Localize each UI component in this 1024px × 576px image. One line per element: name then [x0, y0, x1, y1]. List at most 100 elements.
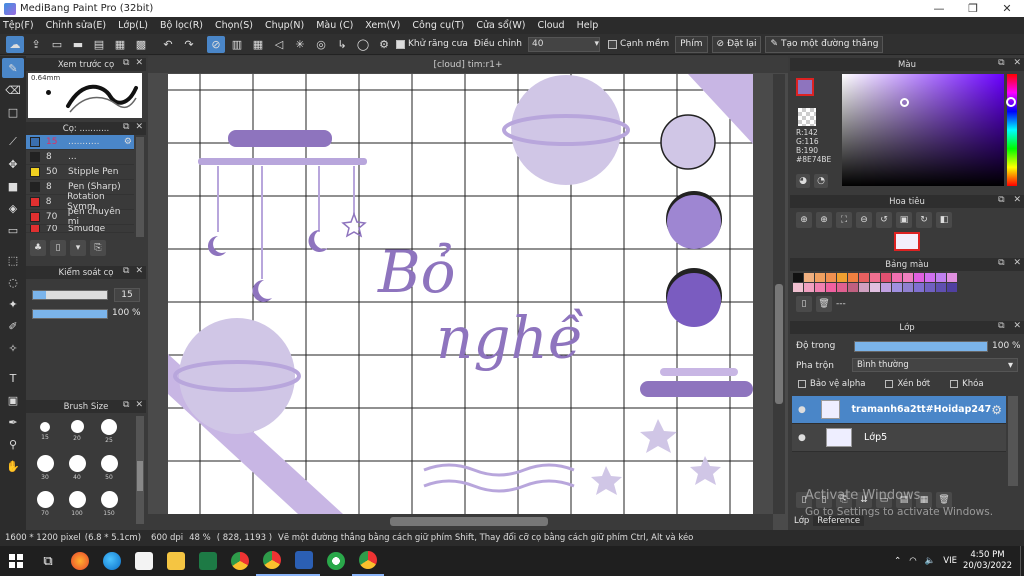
brush-menu-icon[interactable]: ▾ — [70, 240, 86, 256]
medibang-button[interactable] — [352, 546, 384, 576]
panel-close-icon[interactable]: ✕ — [1013, 195, 1021, 205]
fit-icon[interactable]: ⛶ — [836, 212, 852, 228]
cross-snap-icon[interactable]: ▦ — [249, 36, 267, 53]
eraser-tool-icon[interactable]: ⌫ — [2, 80, 24, 100]
cloud-icon[interactable]: ☁ — [6, 35, 24, 53]
word-button[interactable] — [288, 546, 320, 576]
brush-size-cell[interactable]: 150 — [94, 489, 124, 523]
brush-opacity-slider[interactable] — [32, 309, 108, 319]
palette-swatch[interactable] — [870, 273, 880, 282]
export-icon[interactable]: ⇪ — [27, 36, 45, 53]
brush-size-scrollbar[interactable] — [136, 416, 144, 524]
select-eraser-tool-icon[interactable]: ✧ — [2, 338, 24, 358]
firefox-button[interactable] — [64, 546, 96, 576]
maximize-button[interactable]: ❐ — [956, 0, 990, 17]
line-tool-icon[interactable]: ⟋ — [2, 132, 24, 152]
snap-settings-icon[interactable]: ⚙ — [375, 36, 393, 53]
chrome-alt-button[interactable] — [256, 546, 288, 576]
palette-swatch[interactable] — [804, 283, 814, 292]
palette-swatch[interactable] — [793, 273, 803, 282]
store-button[interactable] — [128, 546, 160, 576]
ellipse-snap-icon[interactable]: ◯ — [354, 36, 372, 53]
visibility-icon[interactable]: ● — [798, 405, 807, 415]
brush-list-scrollbar[interactable] — [136, 137, 144, 237]
select-rect-tool-icon[interactable]: ⬚ — [2, 250, 24, 270]
palette-swatch[interactable] — [947, 273, 957, 282]
brush-size-cell[interactable]: 40 — [62, 453, 92, 487]
panel-close-icon[interactable]: ✕ — [1013, 321, 1021, 331]
palette-swatch[interactable] — [903, 273, 913, 282]
lasso-tool-icon[interactable]: ◌ — [2, 272, 24, 292]
select-pen-tool-icon[interactable]: ✐ — [2, 316, 24, 336]
brush-size-slider[interactable] — [32, 290, 108, 300]
soft-edge-checkbox[interactable] — [607, 39, 617, 49]
menu-window[interactable]: Cửa sổ(W) — [476, 20, 525, 31]
app-button[interactable] — [320, 546, 352, 576]
panel-float-icon[interactable]: ⧉ — [123, 58, 129, 68]
hue-slider[interactable] — [1006, 74, 1017, 186]
palette-swatch[interactable] — [925, 283, 935, 292]
gear-icon[interactable]: ⚙ — [991, 403, 1002, 417]
grid-icon[interactable]: ▦ — [111, 36, 129, 53]
brush-size-cell[interactable]: 20 — [62, 417, 92, 451]
palette-swatch[interactable] — [848, 283, 858, 292]
explorer-button[interactable] — [160, 546, 192, 576]
radial-snap-icon[interactable]: ✳ — [291, 36, 309, 53]
fill-rect-tool-icon[interactable]: ■ — [2, 176, 24, 196]
palette-swatch[interactable] — [892, 273, 902, 282]
drawing-canvas[interactable]: Bỏ nghề — [168, 74, 753, 514]
panel-float-icon[interactable]: ⧉ — [998, 195, 1004, 205]
brush-size-value[interactable]: 15 — [114, 288, 140, 302]
panel-float-icon[interactable]: ⧉ — [123, 266, 129, 276]
brush-size-cell[interactable]: 30 — [30, 453, 60, 487]
brush-size-cell[interactable]: 25 — [94, 417, 124, 451]
panel-close-icon[interactable]: ✕ — [135, 400, 143, 410]
panel-close-icon[interactable]: ✕ — [135, 58, 143, 68]
minimize-button[interactable]: — — [922, 0, 956, 17]
zoom-in-icon[interactable]: ⊕ — [796, 212, 812, 228]
color-picker-icon[interactable]: ◔ — [814, 174, 828, 188]
layer-item[interactable]: ● Lớp5 — [792, 424, 1006, 452]
menu-select[interactable]: Chọn(S) — [215, 20, 253, 31]
magic-wand-tool-icon[interactable]: ✦ — [2, 294, 24, 314]
menu-filter[interactable]: Bộ lọc(R) — [160, 20, 203, 31]
menu-view[interactable]: Xem(V) — [365, 20, 400, 31]
brush-item[interactable]: 70 pen chuyên mi — [26, 207, 134, 227]
palette-swatch[interactable] — [914, 283, 924, 292]
hand-tool-icon[interactable]: ✋ — [2, 456, 24, 476]
palette-swatch[interactable] — [903, 283, 913, 292]
tiles-icon[interactable]: ▩ — [132, 36, 150, 53]
palette-swatch[interactable] — [881, 273, 891, 282]
palette-swatch[interactable] — [925, 273, 935, 282]
palette-swatch[interactable] — [815, 283, 825, 292]
wifi-icon[interactable]: ◠ — [909, 556, 916, 566]
brush-size-cell[interactable]: 100 — [62, 489, 92, 523]
palette-swatch[interactable] — [881, 283, 891, 292]
panel-float-icon[interactable]: ⧉ — [123, 400, 129, 410]
close-button[interactable]: ✕ — [990, 0, 1024, 17]
redo-icon[interactable]: ↷ — [180, 36, 198, 53]
panel-float-icon[interactable]: ⧉ — [123, 122, 129, 132]
menu-snap[interactable]: Chụp(N) — [265, 20, 304, 31]
vanishing-snap-icon[interactable]: ◁ — [270, 36, 288, 53]
brush-new-icon[interactable]: ▯ — [50, 240, 66, 256]
brush-size-cell[interactable]: 70 — [30, 489, 60, 523]
primary-color-swatch[interactable] — [796, 78, 814, 96]
menu-file[interactable]: Tệp(F) — [3, 20, 34, 31]
brush-tool-icon[interactable]: ✎ — [2, 58, 24, 78]
palette-swatch[interactable] — [848, 273, 858, 282]
canvas-horizontal-scrollbar[interactable] — [148, 514, 773, 530]
palette-swatch[interactable] — [870, 283, 880, 292]
menu-color[interactable]: Màu (C) — [316, 20, 353, 31]
panel-tool-icon[interactable]: ▣ — [2, 390, 24, 410]
move-tool-icon[interactable]: ✥ — [2, 154, 24, 174]
comment-icon[interactable]: ▭ — [48, 36, 66, 53]
palette-swatch[interactable] — [892, 283, 902, 292]
palette-delete-icon[interactable]: 🗑 — [816, 296, 832, 312]
adjust-select[interactable]: 40 ▾ — [527, 36, 600, 52]
brush-item[interactable]: 50 Stipple Pen — [26, 165, 134, 180]
canvas-vertical-scrollbar[interactable] — [773, 74, 785, 514]
undo-icon[interactable]: ↶ — [159, 36, 177, 53]
zoom-in-alt-icon[interactable]: ⊕ — [816, 212, 832, 228]
start-button[interactable] — [0, 546, 32, 576]
